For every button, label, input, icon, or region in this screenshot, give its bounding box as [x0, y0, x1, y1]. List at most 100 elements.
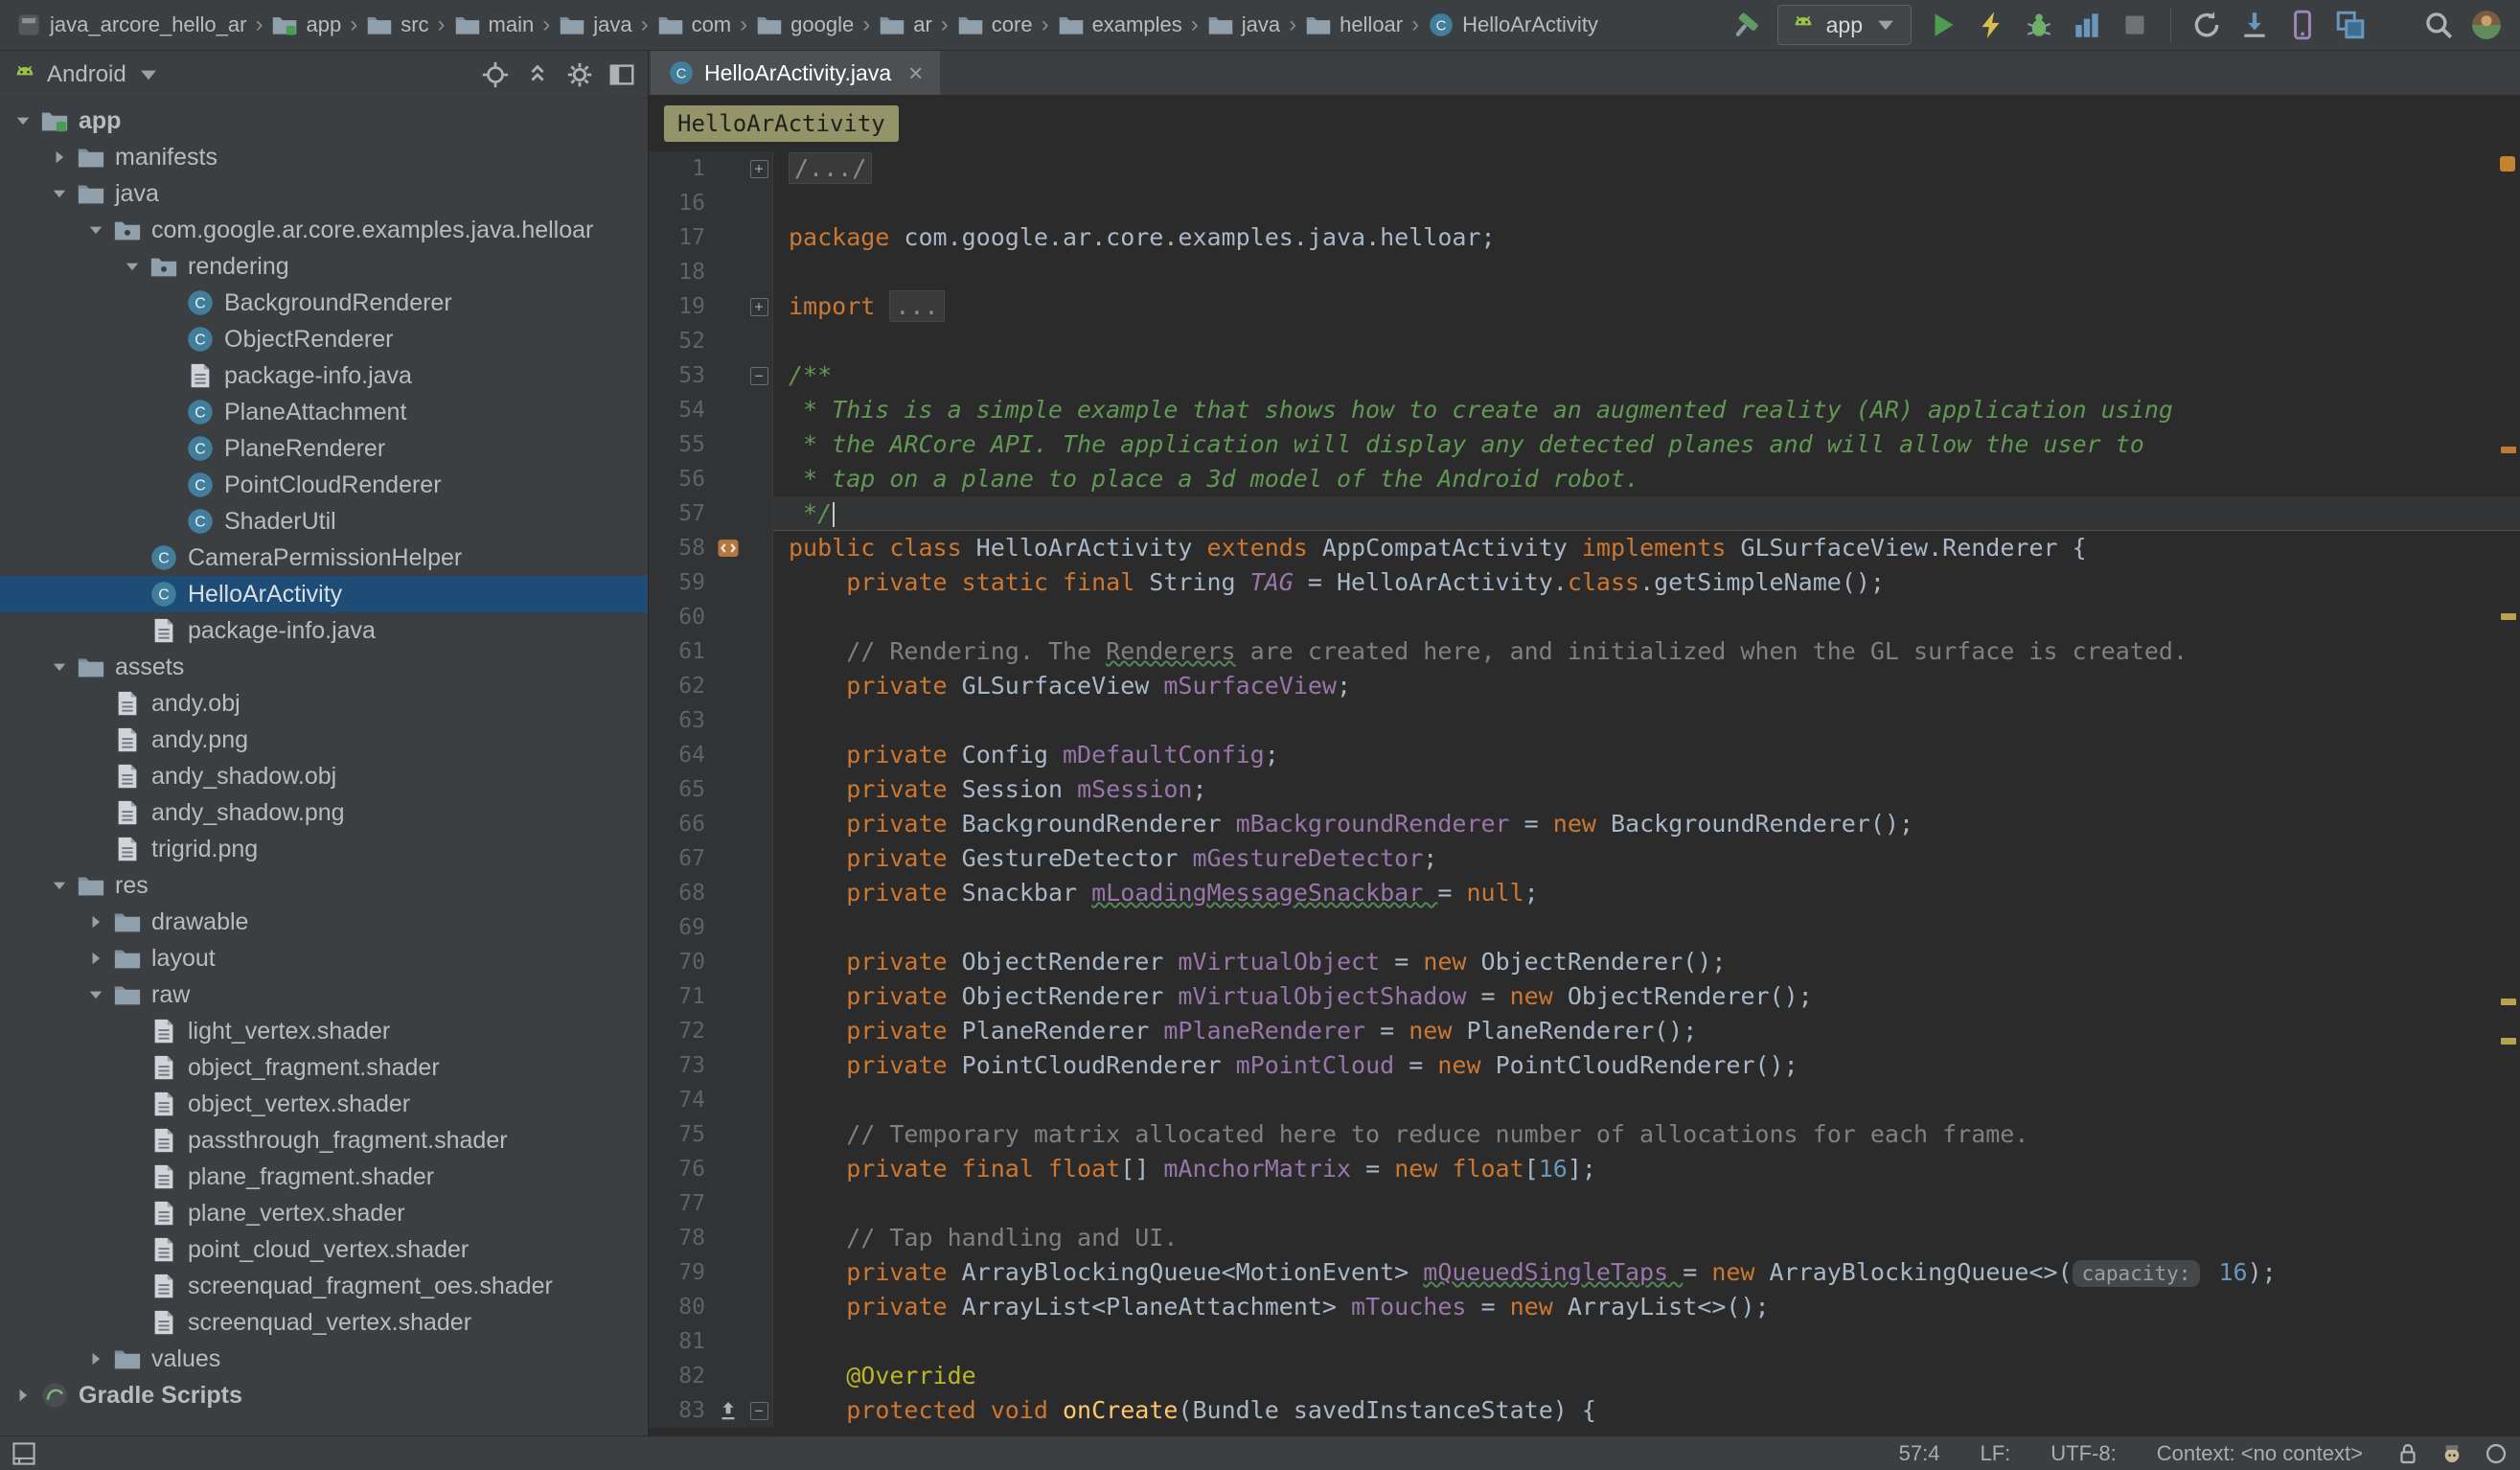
gutter-cell[interactable]: 16	[649, 186, 773, 220]
run-config-selector[interactable]: app	[1777, 5, 1912, 45]
gutter-cell[interactable]: 78	[649, 1221, 773, 1255]
code-line[interactable]: 16	[649, 186, 2520, 220]
gutter-cell[interactable]: 72	[649, 1014, 773, 1048]
gutter-cell[interactable]: 58	[649, 531, 773, 565]
fold-expand-icon[interactable]: +	[750, 298, 768, 316]
gutter-cell[interactable]: 61	[649, 634, 773, 669]
chevron-down-icon[interactable]	[49, 875, 70, 896]
tree-item-screenquad-vertex-shader[interactable]: screenquad_vertex.shader	[0, 1304, 648, 1341]
tree-item-trigrid-png[interactable]: trigrid.png	[0, 831, 648, 867]
gutter-cell[interactable]: 64	[649, 738, 773, 772]
stripe-mark[interactable]	[2501, 1038, 2516, 1045]
tree-item-res[interactable]: res	[0, 867, 648, 904]
inlay-hint[interactable]: capacity:	[2073, 1260, 2201, 1287]
code-line[interactable]: 1+ /.../	[649, 151, 2520, 186]
tree-item-plane-vertex-shader[interactable]: plane_vertex.shader	[0, 1195, 648, 1231]
tree-item-raw[interactable]: raw	[0, 976, 648, 1013]
code-line[interactable]: 77	[649, 1186, 2520, 1221]
code-line[interactable]: 19+import ...	[649, 289, 2520, 324]
tree-item-andy-shadow-obj[interactable]: andy_shadow.obj	[0, 758, 648, 794]
breadcrumb-item[interactable]: com	[657, 11, 732, 38]
tree-item-manifests[interactable]: manifests	[0, 139, 648, 175]
tree-item-backgroundrenderer[interactable]: CBackgroundRenderer	[0, 285, 648, 321]
code-line[interactable]: 80 private ArrayList<PlaneAttachment> mT…	[649, 1290, 2520, 1324]
code-line[interactable]: 54 * This is a simple example that shows…	[649, 393, 2520, 427]
gutter-cell[interactable]: 66	[649, 807, 773, 841]
code-line[interactable]: 18	[649, 255, 2520, 289]
breadcrumb-item[interactable]: helloar	[1305, 11, 1403, 38]
tree-item-light-vertex-shader[interactable]: light_vertex.shader	[0, 1013, 648, 1049]
chevron-down-icon[interactable]	[49, 656, 70, 678]
gutter-cell[interactable]: 82	[649, 1359, 773, 1393]
code-line[interactable]: 70 private ObjectRenderer mVirtualObject…	[649, 945, 2520, 979]
gutter-cell[interactable]: 67	[649, 841, 773, 876]
tree-item-shaderutil[interactable]: CShaderUtil	[0, 503, 648, 540]
chevron-down-icon[interactable]	[12, 110, 34, 131]
toolwindow-toggle-icon[interactable]	[11, 1441, 36, 1466]
tree-item-app[interactable]: app	[0, 103, 648, 139]
chevron-down-icon[interactable]	[85, 219, 106, 241]
gutter-cell[interactable]: 69	[649, 910, 773, 945]
code-line[interactable]: 83− protected void onCreate(Bundle saved…	[649, 1393, 2520, 1428]
tree-item-com-google-ar-core-examples-java-helloar[interactable]: com.google.ar.core.examples.java.helloar	[0, 212, 648, 248]
tree-item-pointcloudrenderer[interactable]: CPointCloudRenderer	[0, 467, 648, 503]
code-line[interactable]: 60	[649, 600, 2520, 634]
search-icon[interactable]	[2422, 9, 2455, 41]
code-line[interactable]: 76 private final float[] mAnchorMatrix =…	[649, 1152, 2520, 1186]
gutter-cell[interactable]: 57	[649, 496, 773, 531]
code-line[interactable]: 61 // Rendering. The Renderers are creat…	[649, 634, 2520, 669]
close-icon[interactable]: ×	[908, 60, 923, 85]
build-hammer-icon[interactable]	[1730, 9, 1762, 41]
code-line[interactable]: 81	[649, 1324, 2520, 1359]
gutter-cell[interactable]: 70	[649, 945, 773, 979]
tree-item-andy-png[interactable]: andy.png	[0, 722, 648, 758]
tree-item-planerenderer[interactable]: CPlaneRenderer	[0, 430, 648, 467]
breadcrumb-item[interactable]: app	[271, 11, 341, 38]
tree-item-package-info-java[interactable]: package-info.java	[0, 612, 648, 649]
run-icon[interactable]	[1927, 9, 1959, 41]
code-line[interactable]: 67 private GestureDetector mGestureDetec…	[649, 841, 2520, 876]
stripe-mark[interactable]	[2501, 999, 2516, 1005]
folded-region[interactable]: /.../	[789, 152, 872, 184]
notification-circle-icon[interactable]	[2484, 1441, 2509, 1466]
tree-item-helloaractivity[interactable]: CHelloArActivity	[0, 576, 648, 612]
editor-tab-helloaractivity[interactable]: C HelloArActivity.java ×	[651, 51, 940, 95]
breadcrumb-item[interactable]: CHelloArActivity	[1428, 11, 1598, 38]
chevron-down-icon[interactable]	[85, 984, 106, 1005]
code-line[interactable]: 55 * the ARCore API. The application wil…	[649, 427, 2520, 462]
code-line[interactable]: 62 private GLSurfaceView mSurfaceView;	[649, 669, 2520, 703]
tree-item-objectrenderer[interactable]: CObjectRenderer	[0, 321, 648, 357]
breadcrumb-item[interactable]: java	[1207, 11, 1280, 38]
tree-item-rendering[interactable]: rendering	[0, 248, 648, 285]
code-line[interactable]: 65 private Session mSession;	[649, 772, 2520, 807]
gutter-cell[interactable]: 53−	[649, 358, 773, 393]
gutter-cell[interactable]: 1+	[649, 151, 773, 186]
breadcrumb-item[interactable]: ar	[879, 11, 932, 38]
gutter-cell[interactable]: 56	[649, 462, 773, 496]
sdk-manager-icon[interactable]	[2238, 9, 2271, 41]
lock-icon[interactable]	[2395, 1441, 2420, 1466]
stop-icon[interactable]	[2119, 9, 2151, 41]
apply-changes-icon[interactable]	[1975, 9, 2007, 41]
gutter-cell[interactable]: 18	[649, 255, 773, 289]
gutter-cell[interactable]: 60	[649, 600, 773, 634]
code-line[interactable]: 74	[649, 1083, 2520, 1117]
gutter-cell[interactable]: 62	[649, 669, 773, 703]
chevron-right-icon[interactable]	[85, 948, 106, 969]
breadcrumb-class-chip[interactable]: HelloArActivity	[664, 105, 899, 142]
gutter-cell[interactable]: 71	[649, 979, 773, 1014]
chevron-down-icon[interactable]	[49, 183, 70, 204]
gutter-cell[interactable]: 65	[649, 772, 773, 807]
tree-item-passthrough-fragment-shader[interactable]: passthrough_fragment.shader	[0, 1122, 648, 1159]
tree-item-object-vertex-shader[interactable]: object_vertex.shader	[0, 1086, 648, 1122]
gutter-cell[interactable]: 54	[649, 393, 773, 427]
breadcrumb-item[interactable]: java	[559, 11, 631, 38]
collapse-all-icon[interactable]	[523, 60, 552, 89]
code-line[interactable]: 69	[649, 910, 2520, 945]
gutter-cell[interactable]: 74	[649, 1083, 773, 1117]
code-line[interactable]: 78 // Tap handling and UI.	[649, 1221, 2520, 1255]
tree-item-andy-shadow-png[interactable]: andy_shadow.png	[0, 794, 648, 831]
status-line-ending[interactable]: LF:	[1980, 1441, 2010, 1466]
settings-gear-icon[interactable]	[565, 60, 594, 89]
gutter-cell[interactable]: 52	[649, 324, 773, 358]
